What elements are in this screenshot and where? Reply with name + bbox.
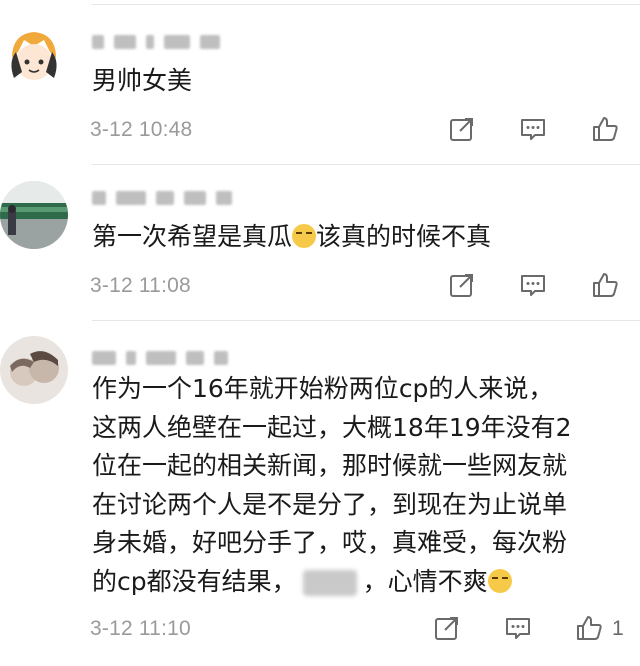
- comment-icon[interactable]: [518, 114, 548, 144]
- comment-time: 3-12 11:08: [90, 274, 191, 297]
- comment-time: 3-12 11:10: [90, 617, 191, 640]
- avatar[interactable]: [0, 336, 68, 404]
- comment-text: 男帅女美: [92, 66, 193, 95]
- comment-text: 作为一个16年就开始粉两位cp的人来说， 这两人绝壁在一起过，大概18年19年没…: [92, 370, 626, 601]
- comment-text-part: 第一次希望是真瓜: [92, 222, 293, 251]
- username[interactable]: [92, 188, 232, 208]
- comment-icon[interactable]: [503, 613, 533, 643]
- comment-line: 的cp都没有结果， ，心情不爽: [92, 563, 626, 602]
- divider: [92, 320, 640, 321]
- username[interactable]: [92, 32, 232, 52]
- redacted-text: [302, 569, 357, 596]
- comment-line: 位在一起的相关新闻，那时候就一些网友就: [92, 451, 568, 480]
- share-icon[interactable]: [447, 114, 477, 144]
- share-icon[interactable]: [432, 613, 462, 643]
- comment-icon[interactable]: [518, 270, 548, 300]
- share-icon[interactable]: [447, 270, 477, 300]
- comment-item: 作为一个16年就开始粉两位cp的人来说， 这两人绝壁在一起过，大概18年19年没…: [0, 320, 640, 666]
- avatar[interactable]: [0, 22, 68, 90]
- thumbs-up-icon[interactable]: [574, 613, 604, 643]
- like-count: 1: [612, 617, 624, 640]
- avatar[interactable]: [0, 181, 68, 249]
- divider: [92, 164, 640, 165]
- comment-item: 男帅女美 3-12 10:48: [0, 0, 640, 164]
- username[interactable]: [92, 348, 232, 368]
- comment-text-part: ，心情不爽: [362, 566, 488, 596]
- comment-line: 身未婚，好吧分手了，哎，真难受，每次粉: [92, 528, 568, 557]
- comment-text-part: 该真的时候不真: [316, 222, 492, 251]
- thumbs-up-icon[interactable]: [590, 270, 620, 300]
- comment-time: 3-12 10:48: [90, 118, 193, 141]
- crying-emoji-icon: [487, 568, 512, 593]
- comment-line: 在讨论两个人是不是分了，到现在为止说单: [92, 489, 568, 519]
- comment-item: 第一次希望是真瓜 该真的时候不真 3-12 11:08: [0, 164, 640, 320]
- comment-line: 这两人绝壁在一起过，大概18年19年没有2: [92, 412, 572, 442]
- comment-line: 作为一个16年就开始粉两位cp的人来说，: [92, 374, 554, 403]
- thumbs-up-icon[interactable]: [590, 114, 620, 144]
- comment-text-part: 的cp都没有结果，: [92, 566, 297, 596]
- comment-text: 第一次希望是真瓜 该真的时候不真: [92, 218, 626, 257]
- crying-emoji-icon: [292, 224, 317, 248]
- divider: [92, 4, 640, 5]
